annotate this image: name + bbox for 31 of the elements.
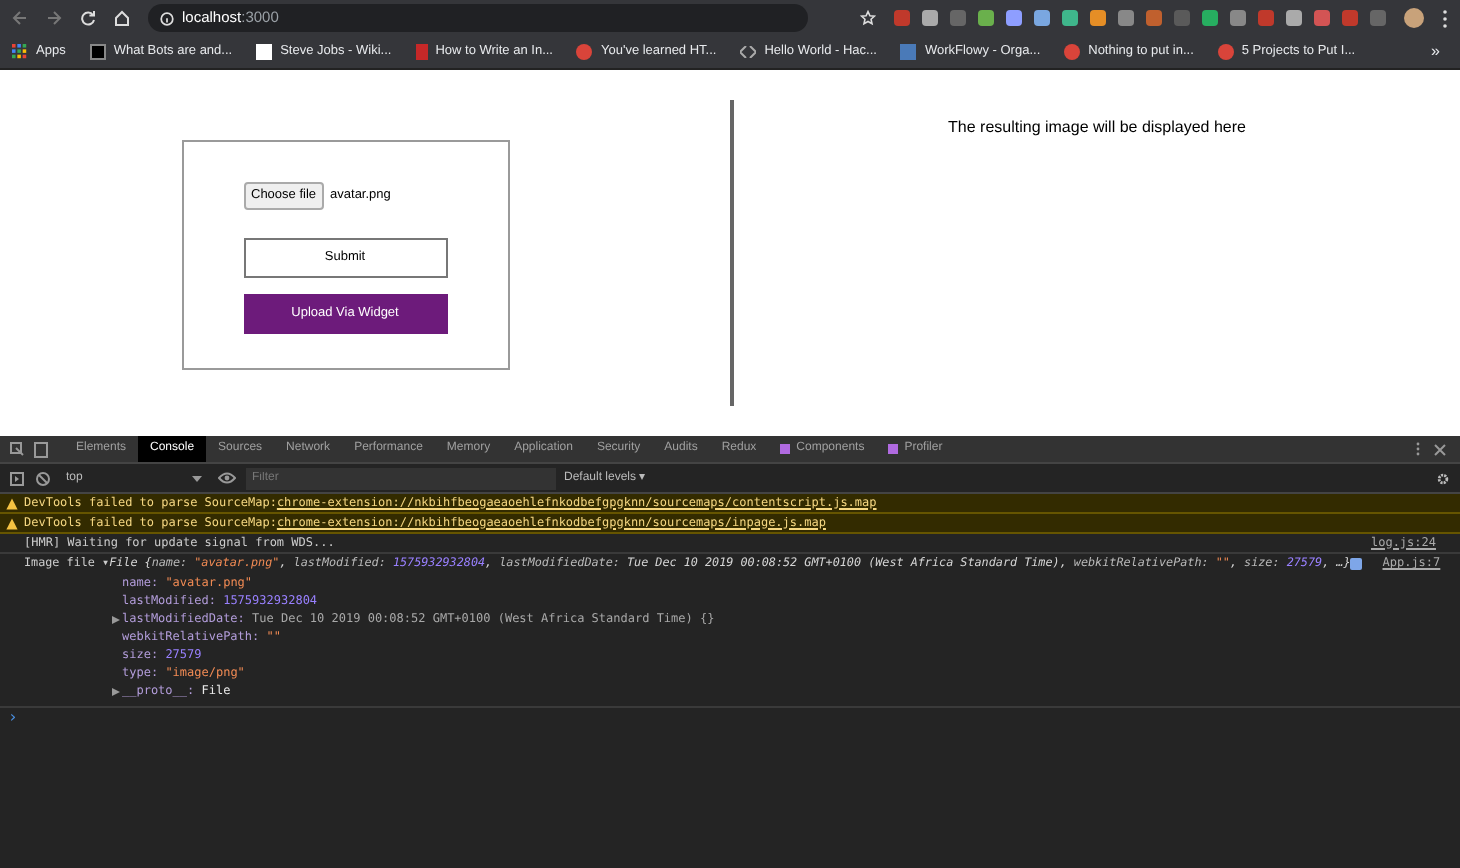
inspect-element-icon[interactable] <box>10 442 24 456</box>
info-icon <box>1350 558 1363 570</box>
reload-icon[interactable] <box>80 10 96 26</box>
more-bookmarks-button[interactable]: » <box>1431 40 1440 64</box>
site-logo-icon <box>576 44 593 60</box>
close-icon[interactable] <box>1434 443 1446 455</box>
eye-icon[interactable] <box>218 472 236 484</box>
more-vertical-icon[interactable] <box>1442 9 1448 27</box>
site-logo-icon <box>1217 44 1234 60</box>
site-logo-icon <box>900 44 917 60</box>
site-logo-icon <box>89 44 106 60</box>
site-logo-icon <box>1064 44 1081 60</box>
apps-grid-icon <box>12 44 28 60</box>
site-logo-icon <box>256 44 273 60</box>
home-icon[interactable] <box>114 10 130 26</box>
console-prompt[interactable]: › <box>8 708 18 726</box>
clear-console-icon[interactable] <box>36 471 50 485</box>
react-logo-icon <box>780 444 791 454</box>
settings-icon[interactable] <box>1436 471 1450 485</box>
profile-avatar[interactable] <box>1404 8 1424 28</box>
site-logo-icon <box>415 44 428 60</box>
caret-icon <box>192 475 202 481</box>
react-logo-icon <box>888 444 899 454</box>
code-brackets-icon <box>740 46 757 58</box>
result-placeholder-text: The resulting image will be displayed here <box>948 116 1246 136</box>
sidebar-toggle-icon[interactable] <box>10 471 24 485</box>
back-arrow-icon[interactable] <box>12 10 28 26</box>
forward-arrow-icon[interactable] <box>46 10 62 26</box>
device-toolbar-icon[interactable] <box>34 441 48 457</box>
star-icon[interactable] <box>860 10 876 26</box>
info-icon[interactable] <box>160 11 174 25</box>
